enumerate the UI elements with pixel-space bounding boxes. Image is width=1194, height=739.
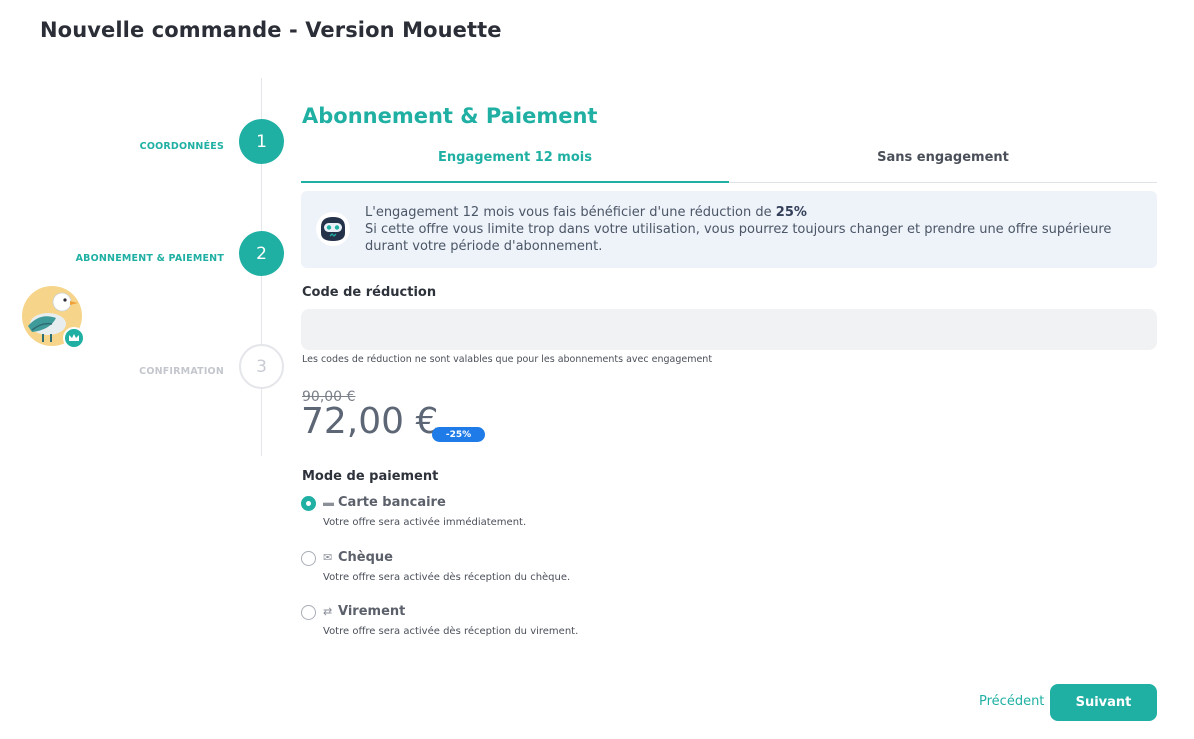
current-price: 72,00 € (301, 401, 439, 442)
envelope-icon: ✉ (323, 552, 333, 564)
tab-engagement-12-mois[interactable]: Engagement 12 mois (301, 140, 729, 183)
info-line2: Si cette offre vous limite trop dans vot… (365, 222, 1112, 254)
step-number: 3 (239, 344, 284, 389)
robot-icon (316, 212, 350, 246)
step-label: ABONNEMENT & PAIEMENT (75, 253, 224, 264)
engagement-tabs: Engagement 12 mois Sans engagement (301, 140, 1157, 183)
payment-mode-label: Mode de paiement (302, 469, 439, 484)
radio-virement[interactable] (301, 605, 316, 620)
discount-code-label: Code de réduction (302, 285, 437, 300)
step-label: CONFIRMATION (139, 366, 224, 377)
discount-badge: -25% (432, 427, 485, 442)
page-title: Nouvelle commande - Version Mouette (40, 18, 502, 42)
transfer-icon: ⇄ (323, 606, 333, 618)
payment-description: Votre offre sera activée immédiatement. (323, 517, 527, 528)
info-message: L'engagement 12 mois vous fais bénéficie… (365, 204, 1137, 255)
discount-code-input[interactable] (301, 309, 1157, 350)
next-button[interactable]: Suivant (1050, 684, 1157, 721)
payment-label: Chèque (338, 550, 393, 565)
previous-link[interactable]: Précédent (979, 694, 1044, 709)
info-discount: 25% (775, 205, 807, 220)
info-line1: L'engagement 12 mois vous fais bénéficie… (365, 205, 776, 220)
discount-code-hint: Les codes de réduction ne sont valables … (302, 354, 713, 365)
section-title: Abonnement & Paiement (302, 104, 598, 128)
payment-description: Votre offre sera activée dès réception d… (323, 572, 571, 583)
credit-card-icon: ▬ (323, 497, 334, 509)
info-box: L'engagement 12 mois vous fais bénéficie… (301, 191, 1157, 268)
tab-sans-engagement[interactable]: Sans engagement (729, 140, 1157, 182)
payment-description: Votre offre sera activée dès réception d… (323, 626, 579, 637)
payment-label: Virement (338, 604, 406, 619)
radio-carte[interactable] (301, 496, 316, 511)
step-number: 2 (239, 231, 284, 276)
payment-label: Carte bancaire (338, 495, 446, 510)
step-number: 1 (239, 119, 284, 164)
seagull-avatar (22, 286, 84, 348)
step-label: COORDONNÉES (139, 141, 224, 152)
radio-cheque[interactable] (301, 551, 316, 566)
